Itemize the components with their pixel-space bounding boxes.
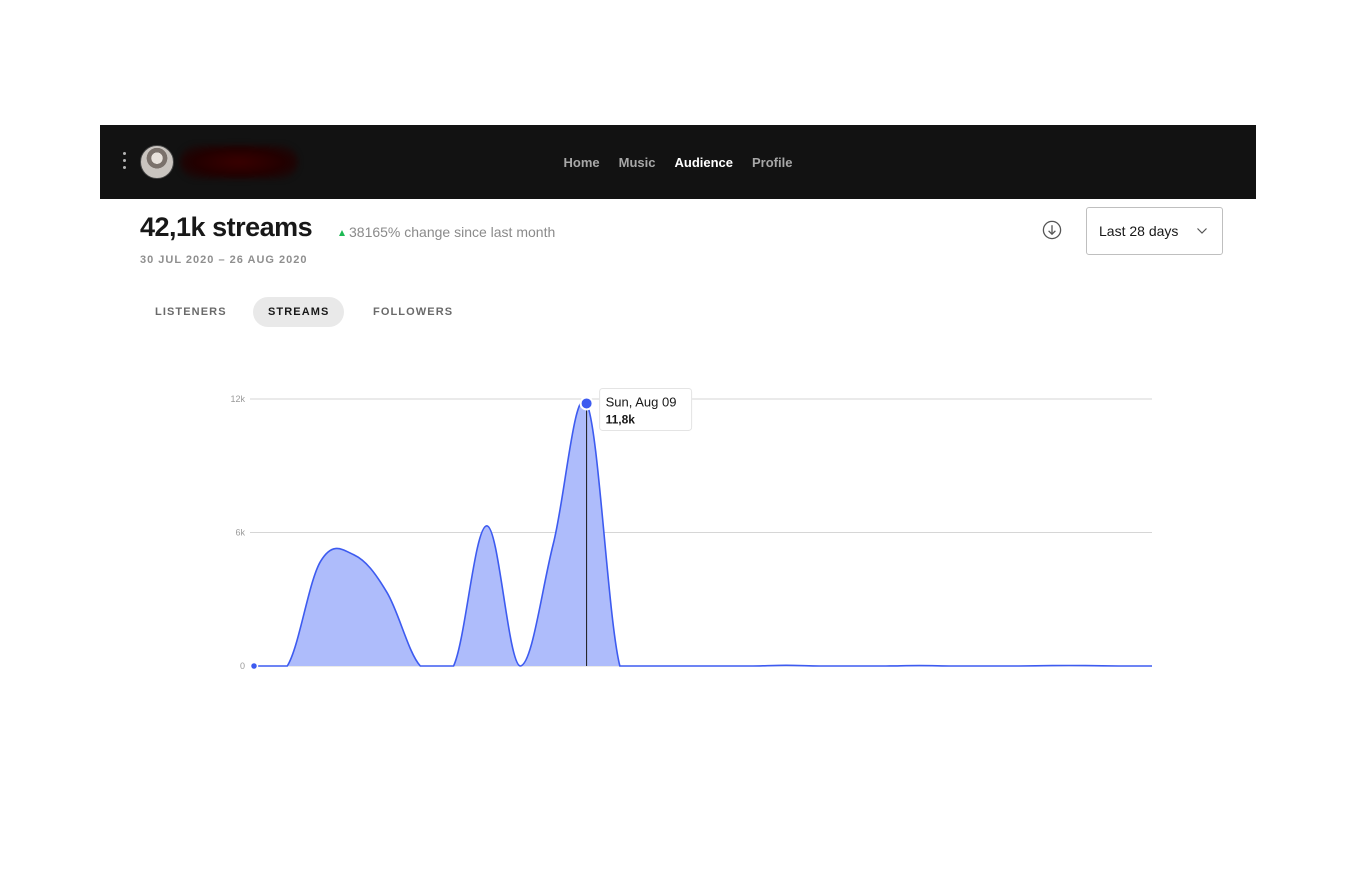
hover-point xyxy=(579,396,594,411)
download-icon[interactable] xyxy=(1042,220,1062,240)
top-navigation-bar: Home Music Audience Profile xyxy=(100,125,1256,199)
redacted-artist-name xyxy=(180,145,298,179)
y-tick-label: 6k xyxy=(235,528,245,538)
period-select-value: Last 28 days xyxy=(1099,223,1179,239)
nav-profile[interactable]: Profile xyxy=(752,155,792,170)
nav-audience[interactable]: Audience xyxy=(674,155,733,170)
up-arrow-icon xyxy=(339,230,345,236)
tab-streams[interactable]: STREAMS xyxy=(253,297,345,327)
tooltip-box xyxy=(599,387,693,431)
avatar[interactable] xyxy=(140,145,174,179)
period-select[interactable]: Last 28 days xyxy=(1086,207,1223,255)
series-start-point xyxy=(249,661,259,671)
y-tick-label: 0 xyxy=(240,661,245,671)
streams-series-line xyxy=(253,399,1152,667)
nav-music[interactable]: Music xyxy=(619,155,656,170)
streams-area-fill xyxy=(254,400,1152,666)
change-text: 38165% change since last month xyxy=(349,224,556,240)
change-indicator: 38165% change since last month xyxy=(339,224,555,240)
nav-home[interactable]: Home xyxy=(564,155,600,170)
tooltip-value: 11,8k xyxy=(606,412,636,426)
tab-listeners[interactable]: LISTENERS xyxy=(140,297,242,327)
date-range: 30 JUL 2020 – 26 AUG 2020 xyxy=(140,254,308,266)
tooltip-date: Sun, Aug 09 xyxy=(606,394,677,409)
stream-total-headline: 42,1k streams xyxy=(140,212,313,242)
tab-followers[interactable]: FOLLOWERS xyxy=(358,297,468,327)
y-tick-label: 12k xyxy=(230,394,245,404)
more-options-icon[interactable] xyxy=(117,152,131,172)
chevron-down-icon xyxy=(1197,228,1207,234)
